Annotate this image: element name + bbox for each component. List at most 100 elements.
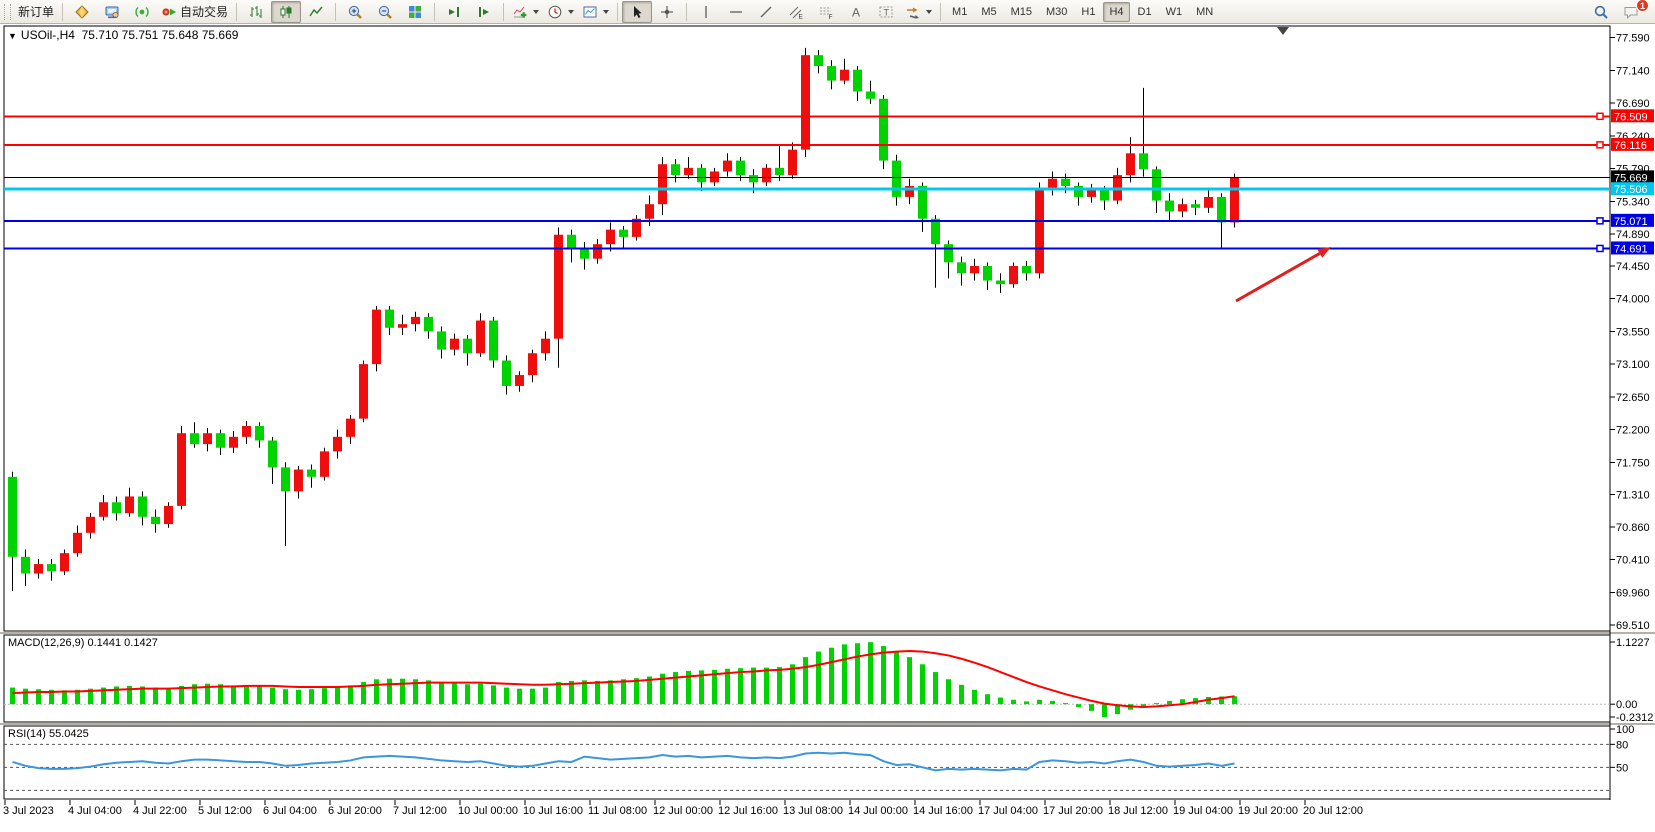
candle-body xyxy=(1178,204,1187,211)
separator xyxy=(503,3,504,21)
candle-body xyxy=(307,470,316,477)
macd-bar xyxy=(426,680,431,704)
timeframe-m5-button[interactable]: M5 xyxy=(975,2,1002,22)
timeframe-m1-button[interactable]: M1 xyxy=(946,2,973,22)
candle-body xyxy=(1139,153,1148,169)
time-tick-label: 3 Jul 2023 xyxy=(3,805,54,817)
time-tick-label: 6 Jul 20:00 xyxy=(328,805,382,817)
macd-bar xyxy=(855,643,860,704)
rsi-axis-label: 100 xyxy=(1616,724,1634,736)
line-handle[interactable] xyxy=(1597,142,1603,148)
macd-bar xyxy=(439,682,444,704)
macd-bar xyxy=(790,664,795,704)
line-handle[interactable] xyxy=(1597,218,1603,224)
timeframe-m15-button[interactable]: M15 xyxy=(1005,2,1038,22)
rsi-indicator-label: RSI(14) 55.0425 xyxy=(8,728,89,740)
macd-bar xyxy=(751,668,756,705)
cursor-arrow-icon xyxy=(629,4,645,20)
candle-body xyxy=(1152,169,1161,200)
chart-shift-button[interactable] xyxy=(469,1,499,23)
new-order-button[interactable]: 新订单 xyxy=(14,1,58,23)
timeframe-d1-button[interactable]: D1 xyxy=(1132,2,1158,22)
candle-body xyxy=(125,496,134,513)
candle-body xyxy=(554,235,563,339)
price-tag-label: 76.116 xyxy=(1614,140,1647,152)
candlestick-mode-button[interactable] xyxy=(271,1,301,23)
arrows-tool-button[interactable] xyxy=(901,1,936,23)
line-handle[interactable] xyxy=(1597,113,1603,119)
zoom-in-button[interactable] xyxy=(340,1,370,23)
horizontal-line-tool-button[interactable] xyxy=(721,1,751,23)
candle-body xyxy=(814,55,823,66)
bar-chart-icon xyxy=(248,4,264,20)
toolbar-grip[interactable] xyxy=(4,4,11,20)
timeframe-h1-button[interactable]: H1 xyxy=(1075,2,1101,22)
fibonacci-tool-button[interactable]: F xyxy=(811,1,841,23)
time-tick-label: 6 Jul 04:00 xyxy=(263,805,317,817)
line-chart-mode-button[interactable] xyxy=(301,1,331,23)
auto-trading-button[interactable]: 自动交易 xyxy=(157,1,232,23)
chevron-down-icon xyxy=(533,10,539,14)
chevron-down-icon xyxy=(568,10,574,14)
timeframe-m30-button[interactable]: M30 xyxy=(1040,2,1073,22)
timeframe-mn-button[interactable]: MN xyxy=(1190,2,1219,22)
candle-body xyxy=(801,55,810,150)
templates-button[interactable] xyxy=(578,1,613,23)
candle-body xyxy=(541,339,550,354)
candle-body xyxy=(684,168,693,175)
text-tool-button[interactable]: A xyxy=(841,1,871,23)
macd-bar xyxy=(634,678,639,704)
candle-body xyxy=(567,235,576,250)
metaeditor-button[interactable] xyxy=(67,1,97,23)
candle-body xyxy=(723,161,732,172)
macd-axis-label: 1.1227 xyxy=(1616,637,1650,649)
candle-body xyxy=(333,437,342,452)
price-tick-label: 71.310 xyxy=(1616,489,1650,501)
rsi-splitter[interactable] xyxy=(0,723,1655,725)
vertical-line-tool-button[interactable] xyxy=(691,1,721,23)
line-handle[interactable] xyxy=(1597,245,1603,251)
tile-windows-button[interactable] xyxy=(400,1,430,23)
candle-body xyxy=(580,249,589,258)
periods-button[interactable] xyxy=(543,1,578,23)
notifications-button[interactable]: 1 xyxy=(1616,1,1646,23)
text-label-tool-button[interactable]: T xyxy=(871,1,901,23)
chart-canvas[interactable]: 77.59077.14076.69076.24075.79075.34074.8… xyxy=(0,0,1655,832)
strategy-tester-button[interactable] xyxy=(97,1,127,23)
macd-splitter[interactable] xyxy=(0,632,1655,634)
candle-body xyxy=(983,266,992,281)
candle-body xyxy=(21,557,30,574)
zoom-out-button[interactable] xyxy=(370,1,400,23)
horizontal-line-icon xyxy=(728,4,744,20)
candle-body xyxy=(593,244,602,259)
bar-chart-mode-button[interactable] xyxy=(241,1,271,23)
symbol-dropdown-icon[interactable]: ▼ xyxy=(8,31,17,41)
crosshair-tool-button[interactable] xyxy=(652,1,682,23)
line-chart-icon xyxy=(308,4,324,20)
candle-body xyxy=(164,506,173,524)
cursor-tool-button[interactable] xyxy=(622,1,652,23)
indicators-button[interactable] xyxy=(508,1,543,23)
channel-tool-button[interactable]: E xyxy=(781,1,811,23)
candle-body xyxy=(203,433,212,444)
price-tick-label: 71.750 xyxy=(1616,457,1650,469)
macd-bar xyxy=(972,690,977,704)
search-button[interactable] xyxy=(1586,1,1616,23)
timeframe-w1-button[interactable]: W1 xyxy=(1160,2,1189,22)
candle-body xyxy=(138,496,147,516)
tile-windows-icon xyxy=(407,4,423,20)
auto-scroll-icon xyxy=(446,4,462,20)
toolbar-right-group: 1 xyxy=(1586,1,1652,23)
candle-body xyxy=(216,433,225,448)
time-tick-label: 11 Jul 08:00 xyxy=(588,805,647,817)
trendline-tool-button[interactable] xyxy=(751,1,781,23)
macd-bar xyxy=(335,687,340,704)
macd-bar xyxy=(465,684,470,704)
auto-scroll-button[interactable] xyxy=(439,1,469,23)
time-axis[interactable]: 3 Jul 20234 Jul 04:004 Jul 22:005 Jul 12… xyxy=(3,800,1363,817)
signals-button[interactable] xyxy=(127,1,157,23)
timeframe-h4-button[interactable]: H4 xyxy=(1103,2,1129,22)
candle-body xyxy=(840,70,849,81)
time-tick-label: 5 Jul 12:00 xyxy=(198,805,252,817)
candle-body xyxy=(918,186,927,219)
